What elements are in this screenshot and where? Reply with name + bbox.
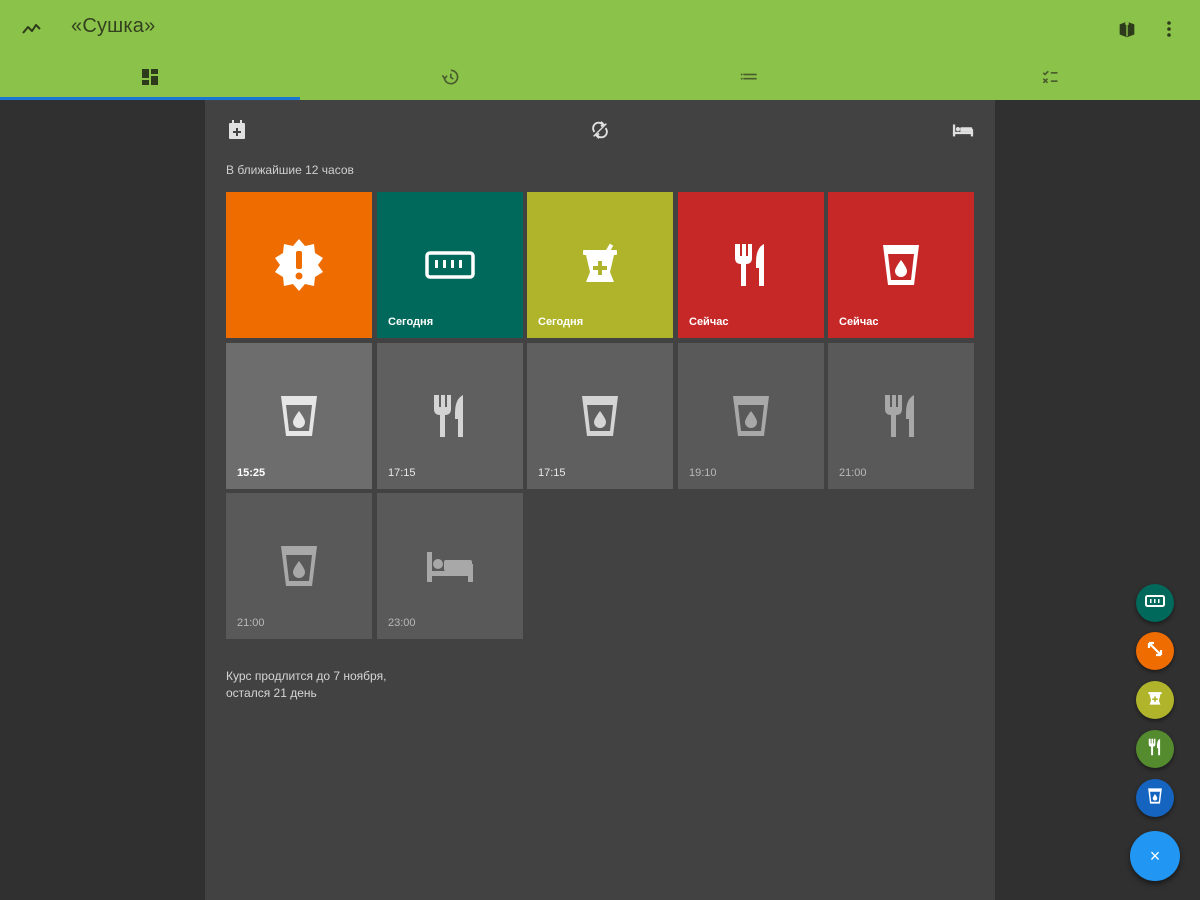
tile-label: 17:15: [388, 467, 416, 479]
tile-label: 15:25: [237, 467, 266, 479]
tile-water[interactable]: 19:10: [678, 343, 824, 489]
tile-label: 21:00: [839, 467, 867, 479]
add-medication-button[interactable]: [1136, 681, 1174, 719]
mortar-pestle-icon: [1146, 689, 1164, 712]
add-measure-button[interactable]: [1136, 584, 1174, 622]
tile-water[interactable]: 15:25: [226, 343, 372, 489]
more-vert-icon[interactable]: [1155, 15, 1183, 43]
tile-alert[interactable]: [226, 192, 372, 338]
tile-label: Сегодня: [538, 316, 584, 328]
water-glass-icon: [1147, 787, 1163, 810]
alert-badge-icon: [226, 192, 372, 338]
cutlery-icon: [1147, 738, 1163, 761]
app-bar: «Сушка»: [0, 0, 1200, 100]
resize-icon: [1146, 640, 1164, 663]
calendar-add-icon[interactable]: [225, 118, 249, 142]
tab-bar: [0, 58, 1200, 100]
tile-water[interactable]: 21:00: [226, 493, 372, 639]
history-icon: [440, 67, 460, 92]
tile-label: Сейчас: [689, 316, 729, 328]
add-meal-button[interactable]: [1136, 730, 1174, 768]
tile-label: Сегодня: [388, 316, 434, 328]
tile-water[interactable]: 17:15: [527, 343, 673, 489]
course-line-2: остался 21 день: [226, 686, 317, 700]
section-label: В ближайшие 12 часов: [226, 163, 354, 177]
tab-dashboard[interactable]: [0, 58, 300, 100]
tab-rules[interactable]: [900, 58, 1200, 100]
bed-icon[interactable]: [951, 118, 975, 142]
tile-label: Сейчас: [839, 316, 879, 328]
tile-meal[interactable]: 21:00: [828, 343, 974, 489]
course-line-1: Курс продлится до 7 ноября,: [226, 669, 387, 683]
tile-meal[interactable]: 17:15: [377, 343, 523, 489]
ruler-icon: [1145, 594, 1165, 612]
add-water-button[interactable]: [1136, 779, 1174, 817]
dashboard-icon: [141, 68, 159, 91]
close-fab-button[interactable]: ×: [1130, 831, 1180, 881]
tile-water[interactable]: Сейчас: [828, 192, 974, 338]
tile-measure[interactable]: Сегодня: [377, 192, 523, 338]
close-icon: ×: [1149, 846, 1161, 866]
trend-icon[interactable]: [18, 15, 46, 43]
tile-label: 17:15: [538, 467, 566, 479]
course-info: Курс продлится до 7 ноября, остался 21 д…: [226, 668, 386, 702]
tile-label: 23:00: [388, 617, 416, 629]
tab-history[interactable]: [300, 58, 600, 100]
tab-list[interactable]: [600, 58, 900, 100]
tile-label: 19:10: [689, 467, 717, 479]
sync-icon[interactable]: [588, 118, 612, 142]
app-title: «Сушка»: [71, 15, 156, 37]
tile-medication[interactable]: Сегодня: [527, 192, 673, 338]
tile-sleep[interactable]: 23:00: [377, 493, 523, 639]
add-size-button[interactable]: [1136, 632, 1174, 670]
book-icon[interactable]: [1113, 15, 1141, 43]
toolbar: «Сушка»: [0, 0, 1200, 58]
tile-meal[interactable]: Сейчас: [678, 192, 824, 338]
dashboard-panel: В ближайшие 12 часов Сегодня Сегодня Сей…: [205, 100, 995, 900]
tile-label: 21:00: [237, 617, 265, 629]
list-icon: [740, 67, 760, 92]
rules-icon: [1040, 67, 1060, 92]
